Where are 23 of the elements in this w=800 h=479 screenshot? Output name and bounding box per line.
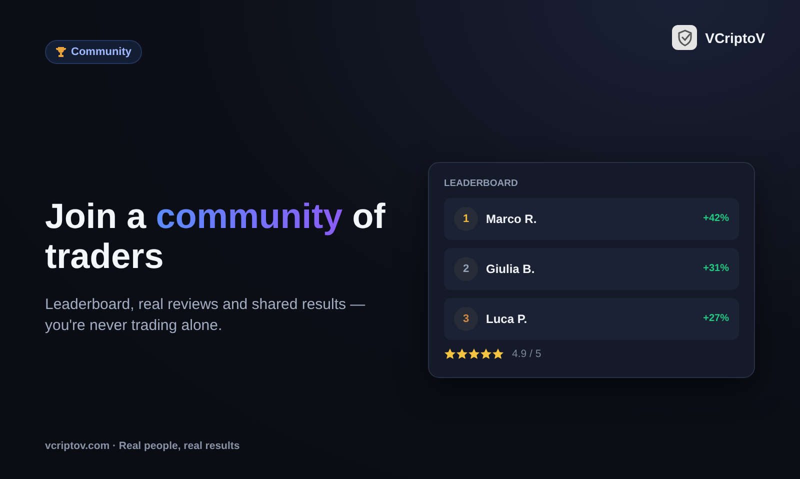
brand-name: VCriptoV [705,30,765,46]
shield-logo-icon [672,25,698,50]
trader-name: Luca P. [486,312,528,326]
gain-value: +31% [703,263,729,274]
headline: Join a community of traders [45,197,386,278]
gain-value: +27% [703,313,729,324]
star-icon [456,348,468,360]
trader-name: Marco R. [486,212,538,226]
badge-label: Community [71,46,132,58]
trophy-icon [55,46,67,58]
rank-badge: 1 [454,206,478,230]
star-icon [480,348,492,360]
star-icon [444,348,456,360]
leaderboard-title: LEADERBOARD [444,178,519,188]
star-icon [468,348,480,360]
rank-badge: 2 [454,256,478,280]
rank-badge: 3 [454,306,478,330]
rating-value: 4.9 / 5 [512,348,542,360]
gain-value: +42% [703,213,729,224]
footer-text: vcriptov.com · Real people, real results [45,440,241,452]
star-icon [492,348,504,360]
subtitle: Leaderboard, real reviews and shared results — you're never trading alone. [45,294,366,336]
trader-name: Giulia B. [486,262,536,276]
